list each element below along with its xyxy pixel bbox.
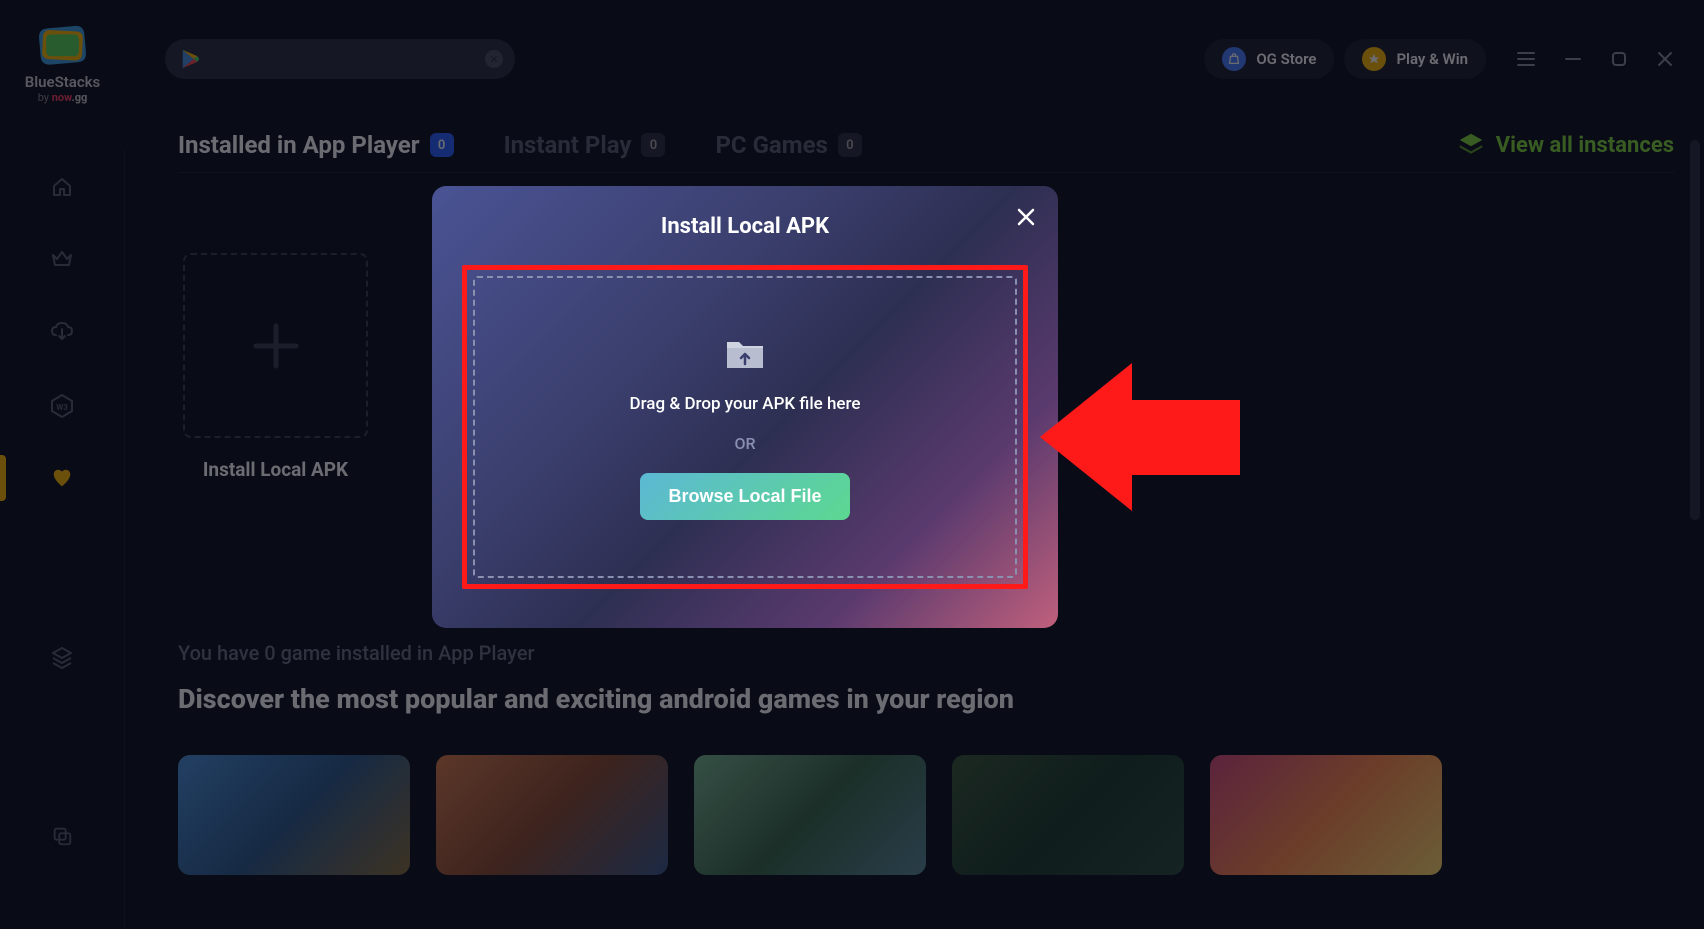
- annotation-highlight-box: Drag & Drop your APK file here OR Browse…: [462, 265, 1028, 589]
- or-text: OR: [734, 434, 755, 453]
- browse-local-file-button[interactable]: Browse Local File: [640, 473, 849, 520]
- modal-title: Install Local APK: [462, 214, 1028, 239]
- annotation-red-arrow: [1040, 363, 1240, 513]
- install-apk-modal: Install Local APK Drag & Drop your APK f…: [432, 186, 1058, 628]
- close-icon: [1016, 207, 1036, 227]
- modal-close-button[interactable]: [1016, 204, 1036, 234]
- dropzone[interactable]: Drag & Drop your APK file here OR Browse…: [473, 276, 1017, 578]
- folder-upload-icon: [723, 334, 767, 374]
- drop-text: Drag & Drop your APK file here: [629, 394, 860, 414]
